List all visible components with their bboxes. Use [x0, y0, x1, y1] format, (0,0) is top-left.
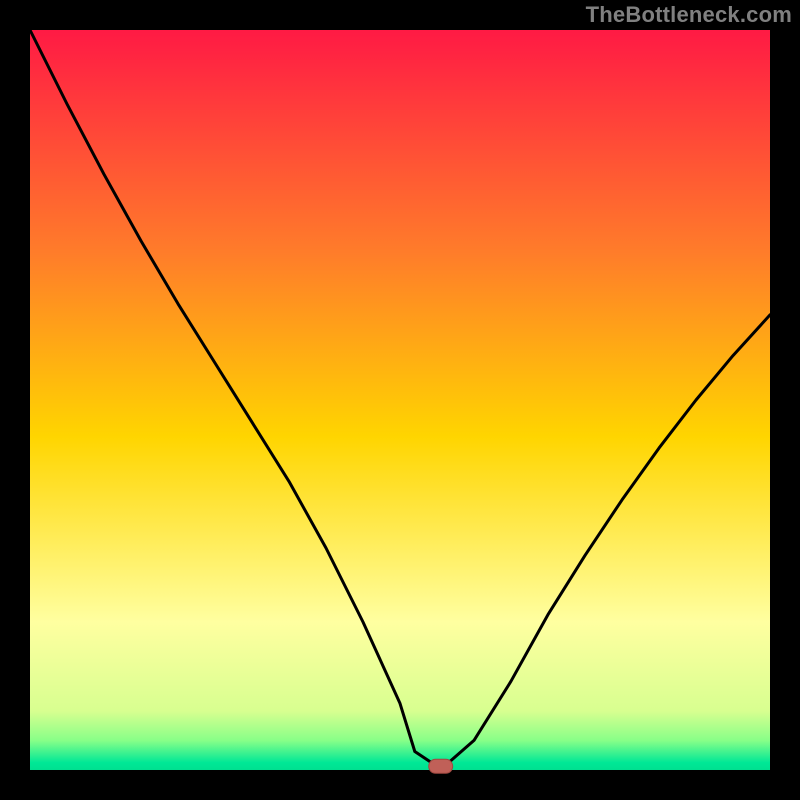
optimum-marker	[429, 759, 453, 773]
bottleneck-chart	[0, 0, 800, 800]
watermark-text: TheBottleneck.com	[586, 2, 792, 28]
chart-gradient-background	[30, 30, 770, 770]
